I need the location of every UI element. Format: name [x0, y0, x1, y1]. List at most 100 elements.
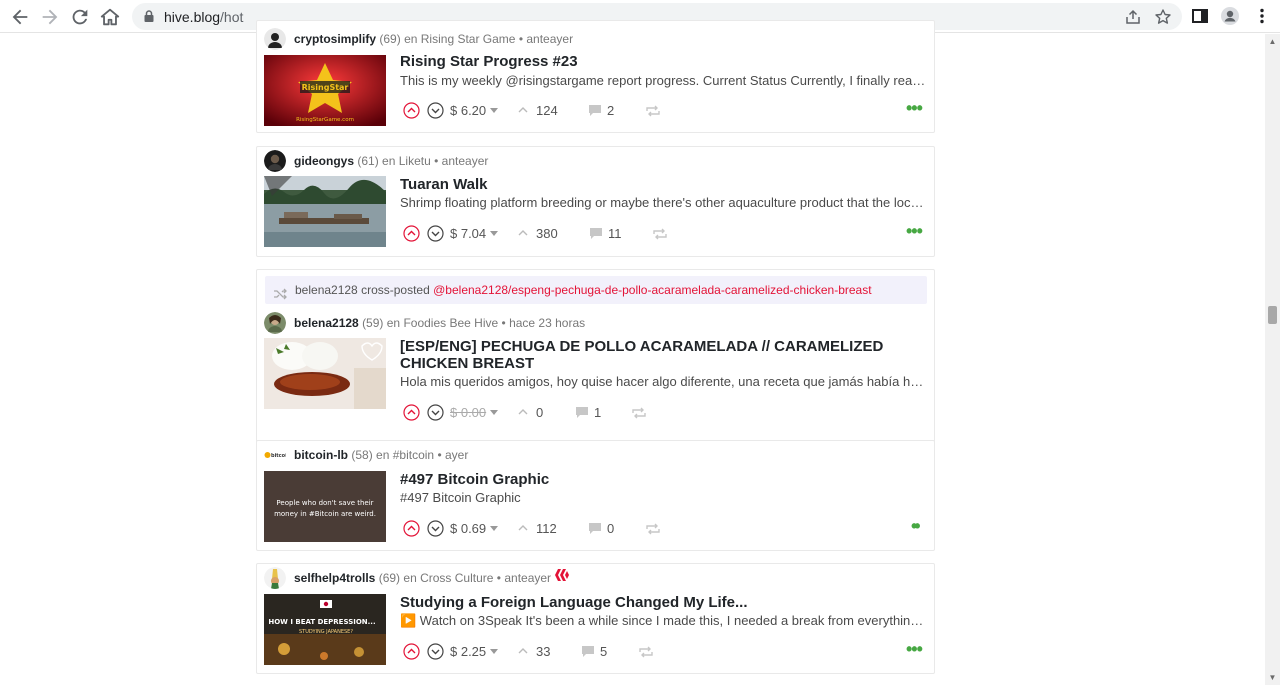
- forward-icon[interactable]: [39, 6, 61, 28]
- reblog-icon[interactable]: [632, 407, 646, 419]
- post-time[interactable]: anteayer: [442, 154, 489, 168]
- url-text[interactable]: hive.blog/hot: [164, 9, 243, 25]
- post-summary[interactable]: #497 Bitcoin Graphic: [400, 490, 930, 506]
- comments-count[interactable]: 1: [594, 405, 601, 420]
- post-thumbnail[interactable]: [264, 176, 386, 247]
- author-name[interactable]: cryptosimplify: [294, 32, 376, 46]
- post-summary[interactable]: Hola mis queridos amigos, hoy quise hace…: [400, 374, 930, 390]
- post-time[interactable]: anteayer: [504, 571, 551, 585]
- comments-count[interactable]: 11: [608, 226, 622, 241]
- crosspost-link[interactable]: @belena2128/espeng-pechuga-de-pollo-acar…: [433, 283, 871, 297]
- post-time[interactable]: anteayer: [526, 32, 573, 46]
- post-title[interactable]: #497 Bitcoin Graphic: [400, 471, 930, 488]
- comments-count[interactable]: 0: [607, 521, 614, 536]
- more-options-icon[interactable]: ••: [911, 517, 925, 536]
- comments-count[interactable]: 5: [600, 644, 607, 659]
- author-name[interactable]: belena2128: [294, 316, 359, 330]
- community-link[interactable]: #bitcoin: [393, 448, 434, 462]
- comment-icon[interactable]: [588, 104, 602, 117]
- home-icon[interactable]: [99, 6, 121, 28]
- reblog-icon[interactable]: [653, 228, 667, 240]
- comment-icon[interactable]: [588, 522, 602, 535]
- upvote-icon[interactable]: [403, 225, 420, 242]
- page-scrollbar[interactable]: ▲ ▼: [1265, 34, 1280, 685]
- author-name[interactable]: bitcoin-lb: [294, 448, 348, 462]
- votes-count[interactable]: 124: [536, 103, 558, 118]
- post-thumbnail[interactable]: RisingStar RisingStarGame.com: [264, 55, 386, 126]
- post-thumbnail[interactable]: HOW I BEAT DEPRESSION... STUDYING JAPANE…: [264, 594, 386, 665]
- reblog-icon[interactable]: [646, 523, 660, 535]
- upvote-icon[interactable]: [403, 643, 420, 660]
- chevron-down-icon[interactable]: [490, 231, 499, 236]
- chevron-down-icon[interactable]: [490, 108, 499, 113]
- avatar[interactable]: [264, 567, 286, 589]
- scroll-down-icon[interactable]: ▼: [1265, 670, 1280, 685]
- menu-icon[interactable]: [1252, 6, 1272, 26]
- community-link[interactable]: Liketu: [399, 154, 431, 168]
- avatar[interactable]: bitcoin: [264, 444, 286, 466]
- more-options-icon[interactable]: •••: [906, 640, 923, 659]
- payout-value[interactable]: $ 2.25: [450, 644, 499, 659]
- post-summary[interactable]: ▶️ Watch on 3Speak It's been a while sin…: [400, 613, 930, 629]
- chevron-down-icon[interactable]: [490, 526, 499, 531]
- post-title[interactable]: Studying a Foreign Language Changed My L…: [400, 594, 930, 611]
- post-summary[interactable]: Shrimp floating platform breeding or may…: [400, 195, 930, 211]
- payout-value[interactable]: $ 0.00: [450, 405, 499, 420]
- crosspost-banner: belena2128 cross-posted @belena2128/espe…: [265, 276, 927, 304]
- thumbnail-text: STUDYING JAPANESE?: [299, 629, 353, 635]
- lock-icon[interactable]: [142, 9, 156, 23]
- votes-count[interactable]: 112: [536, 521, 557, 536]
- post-thumbnail[interactable]: People who don't save their money in #Bi…: [264, 471, 386, 542]
- community-link[interactable]: Foodies Bee Hive: [403, 316, 498, 330]
- payout-value[interactable]: $ 0.69: [450, 521, 499, 536]
- payout-value[interactable]: $ 7.04: [450, 226, 499, 241]
- crosspost-icon: [273, 283, 287, 300]
- post-summary[interactable]: This is my weekly @risingstargame report…: [400, 73, 930, 89]
- star-icon[interactable]: [1154, 8, 1172, 26]
- downvote-icon[interactable]: [427, 225, 444, 242]
- more-options-icon[interactable]: •••: [906, 99, 923, 118]
- post-time[interactable]: hace 23 horas: [509, 316, 585, 330]
- comment-icon[interactable]: [581, 645, 595, 658]
- reblog-icon[interactable]: [646, 105, 660, 117]
- profile-icon[interactable]: [1220, 6, 1240, 26]
- community-link[interactable]: Rising Star Game: [421, 32, 516, 46]
- upvote-icon[interactable]: [403, 520, 420, 537]
- author-name[interactable]: gideongys: [294, 154, 354, 168]
- avatar[interactable]: [264, 150, 286, 172]
- payout-value[interactable]: $ 6.20: [450, 103, 499, 118]
- comment-icon[interactable]: [589, 227, 603, 240]
- post-title[interactable]: Tuaran Walk: [400, 176, 930, 193]
- avatar[interactable]: [264, 28, 286, 50]
- reload-icon[interactable]: [69, 6, 91, 28]
- sidepanel-icon[interactable]: [1190, 6, 1210, 26]
- community-link[interactable]: Cross Culture: [420, 571, 493, 585]
- post-time[interactable]: ayer: [445, 448, 468, 462]
- downvote-icon[interactable]: [427, 404, 444, 421]
- votes-count[interactable]: 0: [536, 405, 543, 420]
- crosspost-user[interactable]: belena2128: [295, 283, 358, 297]
- share-icon[interactable]: [1124, 8, 1142, 26]
- post-thumbnail[interactable]: [264, 338, 386, 409]
- downvote-icon[interactable]: [427, 643, 444, 660]
- scroll-up-icon[interactable]: ▲: [1265, 34, 1280, 49]
- reblog-icon[interactable]: [639, 646, 653, 658]
- community-prefix: en: [376, 448, 390, 462]
- comment-icon[interactable]: [575, 406, 589, 419]
- author-name[interactable]: selfhelp4trolls: [294, 571, 375, 585]
- downvote-icon[interactable]: [427, 102, 444, 119]
- avatar[interactable]: [264, 312, 286, 334]
- upvote-icon[interactable]: [403, 102, 420, 119]
- upvote-icon[interactable]: [403, 404, 420, 421]
- back-icon[interactable]: [9, 6, 31, 28]
- votes-count[interactable]: 380: [536, 226, 558, 241]
- downvote-icon[interactable]: [427, 520, 444, 537]
- post-title[interactable]: Rising Star Progress #23: [400, 53, 930, 70]
- comments-count[interactable]: 2: [607, 103, 614, 118]
- chevron-down-icon[interactable]: [490, 410, 499, 415]
- scroll-thumb[interactable]: [1268, 306, 1277, 324]
- chevron-down-icon[interactable]: [490, 649, 499, 654]
- post-title[interactable]: [ESP/ENG] PECHUGA DE POLLO ACARAMELADA /…: [400, 338, 930, 372]
- more-options-icon[interactable]: •••: [906, 222, 923, 241]
- votes-count[interactable]: 33: [536, 644, 550, 659]
